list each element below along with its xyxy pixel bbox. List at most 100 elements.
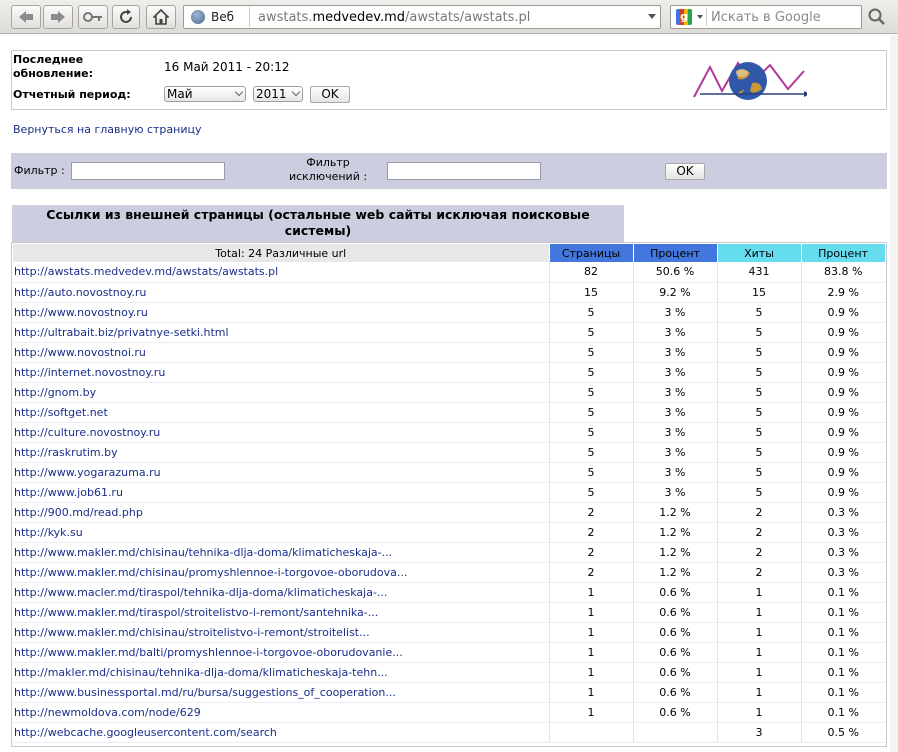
referrer-url-link[interactable]: http://softget.net xyxy=(14,406,108,419)
url-text[interactable]: awstats.medvedev.md/awstats/awstats.pl xyxy=(258,10,530,25)
referrer-url-link[interactable]: http://culture.novostnoy.ru xyxy=(14,426,160,439)
referrer-url-link[interactable]: http://auto.novostnoy.ru xyxy=(14,286,146,299)
referrer-url-link[interactable]: http://makler.md/chisinau/tehnika-dlja-d… xyxy=(14,666,388,679)
hits-percent-cell: 0.1 % xyxy=(800,702,885,723)
chevron-down-icon xyxy=(697,15,703,19)
referrer-url-link[interactable]: http://www.macler.md/tiraspol/tehnika-dl… xyxy=(14,586,387,599)
table-row: http://kyk.su 2 1.2 % 2 0.3 % xyxy=(13,522,885,543)
referrer-url-link[interactable]: http://ultrabait.biz/privatnye-setki.htm… xyxy=(14,326,229,339)
reload-icon xyxy=(120,9,132,23)
pages-percent-cell: 3 % xyxy=(632,422,717,443)
home-icon xyxy=(153,9,169,25)
referrer-url-link[interactable]: http://www.novostnoi.ru xyxy=(14,346,146,359)
pages-cell: 5 xyxy=(548,302,633,323)
referrer-url-cell: http://gnom.by xyxy=(13,382,549,403)
referrers-table-box: Total: 24 Различные url Страницы Процент… xyxy=(11,242,887,747)
header-pages-percent[interactable]: Процент xyxy=(633,244,718,262)
year-select[interactable]: 2011 xyxy=(253,86,303,102)
table-row: http://ultrabait.biz/privatnye-setki.htm… xyxy=(13,322,885,343)
back-button[interactable] xyxy=(11,5,41,29)
exclude-filter-input[interactable] xyxy=(387,162,541,180)
pages-cell: 5 xyxy=(548,342,633,363)
pages-cell: 5 xyxy=(548,322,633,343)
exclude-label-line1: Фильтр xyxy=(306,156,350,169)
pages-percent-cell: 0.6 % xyxy=(632,702,717,723)
table-row: http://www.job61.ru 5 3 % 5 0.9 % xyxy=(13,482,885,503)
search-go-button[interactable] xyxy=(865,5,889,29)
referrer-url-link[interactable]: http://newmoldova.com/node/629 xyxy=(14,706,201,719)
referrer-url-link[interactable]: http://raskrutim.by xyxy=(14,446,118,459)
passwords-button[interactable] xyxy=(78,5,108,29)
referrer-url-link[interactable]: http://www.businessportal.md/ru/bursa/su… xyxy=(14,686,396,699)
hits-cell: 1 xyxy=(716,682,801,703)
table-header-row: Total: 24 Различные url Страницы Процент… xyxy=(13,244,886,262)
hits-percent-cell: 0.3 % xyxy=(800,562,885,583)
hits-percent-cell: 0.3 % xyxy=(800,502,885,523)
pages-cell: 5 xyxy=(548,442,633,463)
pages-cell: 15 xyxy=(548,282,633,303)
referrer-url-link[interactable]: http://900.md/read.php xyxy=(14,506,143,519)
referrer-url-link[interactable]: http://www.yogarazuma.ru xyxy=(14,466,161,479)
header-hits-percent[interactable]: Процент xyxy=(801,244,886,262)
referrer-url-link[interactable]: http://webcache.googleusercontent.com/se… xyxy=(14,726,277,739)
month-select[interactable]: Май xyxy=(164,86,246,102)
hits-cell: 5 xyxy=(716,322,801,343)
url-prefix: awstats. xyxy=(258,10,313,25)
referrer-url-cell: http://www.makler.md/chisinau/tehnika-dl… xyxy=(13,542,549,563)
url-bar[interactable]: Веб awstats.medvedev.md/awstats/awstats.… xyxy=(183,5,661,29)
referrer-url-link[interactable]: http://www.job61.ru xyxy=(14,486,123,499)
referrer-url-link[interactable]: http://www.makler.md/balti/promyshlennoe… xyxy=(14,646,403,659)
hits-percent-cell: 0.9 % xyxy=(800,382,885,403)
hits-cell: 431 xyxy=(716,262,801,283)
exclude-filter-label: Фильтр исключений : xyxy=(283,156,373,184)
referrer-url-link[interactable]: http://www.makler.md/chisinau/tehnika-dl… xyxy=(14,546,392,559)
pages-percent-cell: 1.2 % xyxy=(632,542,717,563)
pages-percent-cell: 0.6 % xyxy=(632,602,717,623)
scrollbar[interactable] xyxy=(890,35,898,752)
filter-input[interactable] xyxy=(71,162,225,180)
hits-percent-cell: 0.1 % xyxy=(800,622,885,643)
table-row: http://awstats.medvedev.md/awstats/awsta… xyxy=(13,262,885,283)
referrer-url-link[interactable]: http://www.novostnoy.ru xyxy=(14,306,148,319)
hits-cell: 2 xyxy=(716,562,801,583)
hits-percent-cell: 0.1 % xyxy=(800,682,885,703)
referrer-url-link[interactable]: http://www.makler.md/chisinau/stroitelis… xyxy=(14,626,370,639)
pages-percent-cell: 9.2 % xyxy=(632,282,717,303)
reload-button[interactable] xyxy=(112,5,140,29)
header-hits[interactable]: Хиты xyxy=(717,244,802,262)
table-row: http://www.makler.md/chisinau/tehnika-dl… xyxy=(13,542,885,563)
referrer-url-cell: http://www.makler.md/chisinau/stroitelis… xyxy=(13,622,549,643)
back-to-main-link[interactable]: Вернуться на главную страницу xyxy=(13,123,202,136)
filter-bar: Фильтр : Фильтр исключений : OK xyxy=(11,153,887,189)
pages-percent-cell: 3 % xyxy=(632,302,717,323)
referrer-url-cell: http://softget.net xyxy=(13,402,549,423)
hits-cell: 1 xyxy=(716,702,801,723)
referrer-url-link[interactable]: http://www.makler.md/chisinau/promyshlen… xyxy=(14,566,407,579)
search-input[interactable]: Искать в Google xyxy=(711,10,821,25)
referrer-url-link[interactable]: http://www.makler.md/tiraspol/stroitelis… xyxy=(14,606,378,619)
referrer-url-link[interactable]: http://gnom.by xyxy=(14,386,96,399)
hits-percent-cell: 0.9 % xyxy=(800,442,885,463)
referrer-url-cell: http://www.businessportal.md/ru/bursa/su… xyxy=(13,682,549,703)
table-row: http://www.novostnoi.ru 5 3 % 5 0.9 % xyxy=(13,342,885,363)
pages-cell: 1 xyxy=(548,682,633,703)
url-history-dropdown-icon[interactable] xyxy=(648,14,656,19)
hits-percent-cell: 2.9 % xyxy=(800,282,885,303)
referrer-url-link[interactable]: http://awstats.medvedev.md/awstats/awsta… xyxy=(14,265,278,278)
site-identity[interactable]: Веб xyxy=(188,7,250,27)
hits-cell: 15 xyxy=(716,282,801,303)
search-engine-selector[interactable]: g xyxy=(673,8,707,26)
referrer-url-link[interactable]: http://internet.novostnoy.ru xyxy=(14,366,165,379)
home-button[interactable] xyxy=(146,5,176,29)
period-ok-button[interactable]: OK xyxy=(310,86,350,103)
back-arrow-icon xyxy=(19,11,33,23)
referrer-url-cell: http://raskrutim.by xyxy=(13,442,549,463)
month-select-value: Май xyxy=(167,87,193,101)
search-bar[interactable]: g Искать в Google xyxy=(670,5,862,29)
pages-percent-cell: 0.6 % xyxy=(632,642,717,663)
hits-percent-cell: 83.8 % xyxy=(800,262,885,283)
forward-button[interactable] xyxy=(43,5,73,29)
header-pages[interactable]: Страницы xyxy=(549,244,634,262)
referrer-url-link[interactable]: http://kyk.su xyxy=(14,526,83,539)
filter-ok-button[interactable]: OK xyxy=(665,163,705,180)
